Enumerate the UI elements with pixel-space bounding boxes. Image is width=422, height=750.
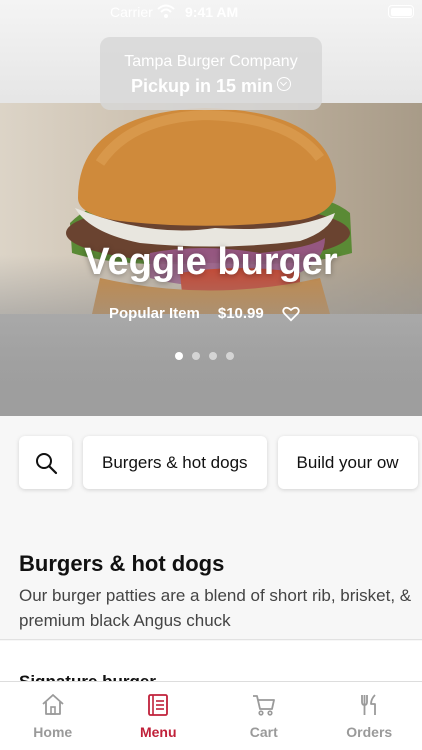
carousel-dot[interactable] <box>209 352 217 360</box>
wifi-icon <box>157 4 175 18</box>
section-title: Burgers & hot dogs <box>19 551 225 576</box>
store-name: Tampa Burger Company <box>124 53 298 70</box>
tab-menu[interactable]: Menu <box>106 682 212 750</box>
carrier-label: Carrier <box>110 4 153 20</box>
heart-icon[interactable] <box>282 306 300 322</box>
category-chip-build[interactable]: Build your ow <box>277 436 418 489</box>
featured-item-title[interactable]: Veggie burger <box>0 241 422 284</box>
home-icon <box>42 694 64 715</box>
featured-price: $10.99 <box>217 305 264 322</box>
pickup-time: Pickup in 15 min <box>100 76 322 97</box>
carousel-dot[interactable] <box>175 352 183 360</box>
pickup-text: Pickup in 15 min <box>130 76 274 96</box>
orders-icon <box>361 694 377 715</box>
tab-label: Home <box>33 724 73 740</box>
menu-icon <box>148 694 169 716</box>
tab-cart[interactable]: Cart <box>211 682 317 750</box>
category-chips: Burgers & hot dogs Build your ow <box>19 436 418 489</box>
status-time: 9:41 AM <box>185 4 239 20</box>
carousel-dot[interactable] <box>192 352 200 360</box>
hero-banner[interactable]: Carrier 9:41 AM Tampa Burger Company Pic… <box>0 0 422 416</box>
battery-icon <box>388 5 414 18</box>
status-bar: Carrier 9:41 AM <box>0 0 422 24</box>
featured-item-meta: Popular Item $10.99 <box>109 305 300 322</box>
tab-label: Orders <box>346 724 393 740</box>
chevron-down-icon <box>277 77 292 91</box>
category-chip-burgers[interactable]: Burgers & hot dogs <box>83 436 267 489</box>
carousel-dots[interactable] <box>175 352 234 360</box>
carousel-dot[interactable] <box>226 352 234 360</box>
menu-list: Signature burger <box>0 641 422 686</box>
tab-label: Cart <box>249 724 278 740</box>
section-description: Our burger patties are a blend of short … <box>19 586 412 630</box>
search-icon <box>35 452 57 474</box>
tab-home[interactable]: Home <box>0 682 106 750</box>
tab-bar: Home Menu Cart Orders <box>0 681 422 750</box>
popular-tag: Popular Item <box>109 305 200 322</box>
tab-orders[interactable]: Orders <box>317 682 422 750</box>
menu-section: Burgers & hot dogs Our burger patties ar… <box>0 526 422 640</box>
search-button[interactable] <box>19 436 72 489</box>
pickup-selector[interactable]: Tampa Burger Company Pickup in 15 min <box>100 37 322 110</box>
cart-icon <box>252 695 275 716</box>
tab-label: Menu <box>139 724 177 740</box>
